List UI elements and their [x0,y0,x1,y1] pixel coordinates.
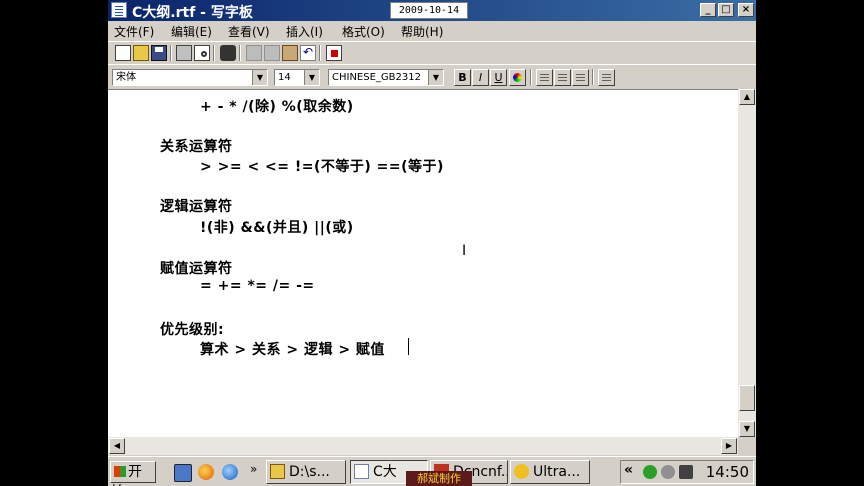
toolbar-separator [213,45,215,61]
cut-icon[interactable] [246,45,262,61]
task-label: D:\s... [289,464,330,480]
new-icon[interactable] [115,45,131,61]
align-right-icon[interactable] [572,69,589,86]
window-title: C大纲.rtf - 写字板 [132,5,253,21]
doc-line: 关系运算符 [160,139,233,155]
toolbar-separator [530,69,532,85]
clock[interactable]: 14:50 [706,463,749,481]
menu-insert[interactable]: 插入(I) [286,23,323,40]
save-icon[interactable] [151,45,167,61]
tray-expand-icon[interactable]: « [624,462,633,478]
ibeam-cursor-icon: I [462,243,467,259]
font-combo[interactable]: 宋体 ▼ [112,69,268,86]
title-bar[interactable]: C大纲.rtf - 写字板 2009-10-14 _ □ × [108,0,756,21]
menu-format[interactable]: 格式(O) [342,23,385,40]
doc-line: 赋值运算符 [160,261,233,277]
doc-line: !(非) &&(并且) ||(或) [200,220,354,236]
doc-line: = += *= /= -= [200,278,315,294]
author-watermark: 郝斌制作 [406,471,472,486]
scroll-down-button[interactable]: ▼ [739,421,755,437]
signal-icon[interactable] [679,465,693,479]
script-value: CHINESE_GB2312 [332,72,421,83]
scroll-left-button[interactable]: ◀ [109,438,125,454]
size-combo[interactable]: 14 ▼ [274,69,320,86]
menu-help[interactable]: 帮助(H) [401,23,443,40]
text-caret [408,338,409,355]
print-preview-icon[interactable] [194,45,210,61]
toolbar-separator [319,45,321,61]
find-icon[interactable] [220,45,236,61]
wordpad-doc-icon[interactable] [111,2,127,18]
toolbar-separator [239,45,241,61]
show-desktop-icon[interactable] [174,464,192,482]
task-explorer[interactable]: D:\s... [266,460,346,484]
script-combo[interactable]: CHINESE_GB2312 ▼ [328,69,444,86]
doc-line: 算术 > 关系 > 逻辑 > 赋值 [200,342,385,358]
menu-file[interactable]: 文件(F) [114,23,154,40]
open-icon[interactable] [133,45,149,61]
task-label: Ultra... [533,464,581,480]
vertical-scroll-thumb[interactable] [739,385,755,411]
firefox-icon[interactable] [198,464,214,480]
menu-bar: 文件(F) 编辑(E) 查看(V) 插入(I) 格式(O) 帮助(H) [108,21,756,40]
task-label: C大 [373,464,397,480]
scroll-up-button[interactable]: ▲ [739,89,755,105]
document-area[interactable]: + - * /(除) %(取余数) 关系运算符 > >= < <= !=(不等于… [108,89,738,437]
scroll-corner [738,437,756,455]
format-bar: 宋体 ▼ 14 ▼ CHINESE_GB2312 ▼ B I U [108,64,756,89]
align-center-icon[interactable] [554,69,571,86]
minimize-button[interactable]: _ [700,3,716,17]
quicklaunch-more-icon[interactable]: » [250,462,257,476]
volume-icon[interactable] [661,465,675,479]
chevron-down-icon[interactable]: ▼ [252,70,267,85]
internet-explorer-icon[interactable] [222,464,238,480]
ultraedit-icon [514,464,529,479]
align-left-icon[interactable] [536,69,553,86]
horizontal-scrollbar[interactable]: ◀ ▶ [108,437,738,455]
windows-flag-icon [114,466,126,477]
doc-line: 逻辑运算符 [160,199,233,215]
doc-line: > >= < <= !=(不等于) ==(等于) [200,159,444,175]
doc-line: + - * /(除) %(取余数) [200,99,354,115]
menu-edit[interactable]: 编辑(E) [171,23,212,40]
network-icon[interactable] [643,465,657,479]
font-value: 宋体 [116,72,136,83]
system-tray: « 14:50 [620,460,754,484]
toolbar-separator [170,45,172,61]
bold-button[interactable]: B [454,69,471,86]
bullets-icon[interactable] [598,69,615,86]
wordpad-window: C大纲.rtf - 写字板 2009-10-14 _ □ × 文件(F) 编辑(… [108,0,756,486]
maximize-button[interactable]: □ [718,3,734,17]
doc-line: 优先级别: [160,322,225,338]
print-icon[interactable] [176,45,192,61]
paste-icon[interactable] [282,45,298,61]
task-ultraedit[interactable]: Ultra... [510,460,590,484]
taskbar: 开始 » D:\s... C大 Dcncnf... Ultra... 郝斌制作 … [108,456,756,486]
start-button[interactable]: 开始 [110,461,156,486]
folder-icon [270,464,285,479]
scroll-right-button[interactable]: ▶ [721,438,737,454]
chevron-down-icon[interactable]: ▼ [304,70,319,85]
vertical-scrollbar[interactable]: ▲ ▼ [738,89,756,437]
size-value: 14 [278,72,291,83]
chevron-down-icon[interactable]: ▼ [428,70,443,85]
copy-icon[interactable] [264,45,280,61]
undo-icon[interactable]: ↶ [300,45,316,61]
italic-button[interactable]: I [472,69,489,86]
standard-toolbar: ↶ [108,41,756,64]
close-button[interactable]: × [738,3,754,17]
insert-object-icon[interactable] [326,45,342,61]
underline-button[interactable]: U [490,69,507,86]
toolbar-separator [592,69,594,85]
color-icon[interactable] [509,69,526,86]
wordpad-icon [354,464,369,479]
date-stamp: 2009-10-14 [390,2,468,19]
menu-view[interactable]: 查看(V) [228,23,270,40]
